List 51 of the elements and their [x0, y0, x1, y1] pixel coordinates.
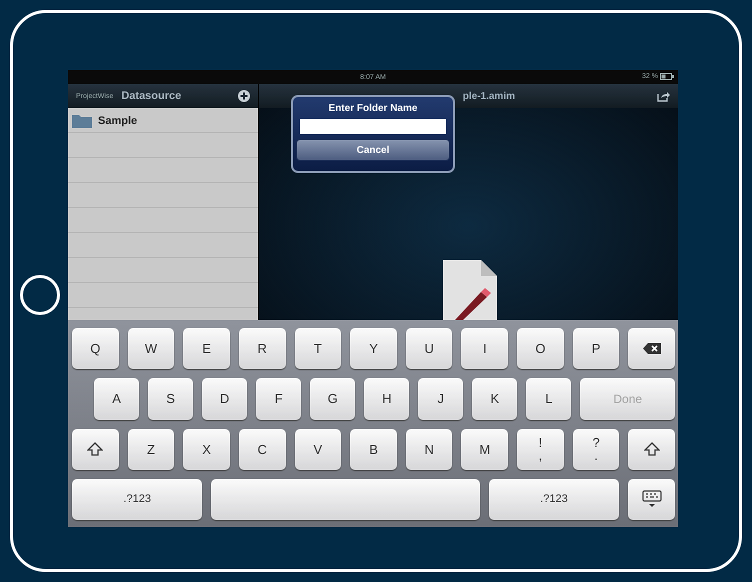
- cancel-button[interactable]: Cancel: [296, 139, 450, 161]
- dialog-title: Enter Folder Name: [328, 103, 418, 114]
- key[interactable]: A: [94, 378, 140, 420]
- folder-icon: [72, 113, 92, 128]
- key[interactable]: S: [148, 378, 194, 420]
- key[interactable]: O: [517, 328, 564, 370]
- folder-row[interactable]: Sample: [68, 108, 258, 133]
- key[interactable]: B: [350, 428, 397, 470]
- add-icon[interactable]: [238, 90, 250, 102]
- keyboard-icon: [642, 490, 662, 508]
- key[interactable]: ! ,: [517, 428, 564, 470]
- folder-name: Sample: [98, 114, 138, 126]
- key[interactable]: Z: [128, 428, 174, 470]
- key[interactable]: I: [461, 328, 508, 370]
- key[interactable]: F: [256, 378, 302, 420]
- key[interactable]: Q: [72, 328, 119, 370]
- delete-key[interactable]: [628, 328, 676, 370]
- key[interactable]: E: [183, 328, 230, 370]
- shift-icon: [87, 442, 104, 456]
- key[interactable]: G: [310, 378, 356, 420]
- key[interactable]: L: [526, 378, 572, 420]
- key[interactable]: R: [238, 328, 286, 370]
- shift-key[interactable]: [628, 428, 676, 470]
- sidebar-title: Datasource: [121, 90, 182, 102]
- battery-icon: [660, 73, 674, 80]
- key[interactable]: M: [461, 428, 508, 470]
- key[interactable]: P: [572, 328, 620, 370]
- folder-name-field[interactable]: [300, 119, 446, 134]
- key[interactable]: X: [183, 428, 230, 470]
- shift-icon: [644, 442, 660, 456]
- document-title: ple-1.amim: [462, 90, 515, 102]
- numbers-key[interactable]: .?123: [72, 478, 202, 520]
- key[interactable]: C: [238, 428, 286, 470]
- key[interactable]: D: [202, 378, 248, 420]
- key[interactable]: K: [472, 378, 518, 420]
- key[interactable]: T: [294, 328, 342, 370]
- key[interactable]: J: [418, 378, 464, 420]
- key[interactable]: U: [406, 328, 452, 370]
- home-button[interactable]: [20, 275, 60, 315]
- key[interactable]: ? .: [572, 428, 620, 470]
- hide-keyboard-key[interactable]: [628, 478, 675, 520]
- key[interactable]: Y: [350, 328, 397, 370]
- key[interactable]: N: [406, 428, 452, 470]
- share-icon[interactable]: [657, 90, 670, 102]
- numbers-key[interactable]: .?123: [488, 478, 620, 520]
- document-icon[interactable]: [443, 260, 497, 320]
- key[interactable]: H: [364, 378, 410, 420]
- key[interactable]: W: [128, 328, 174, 370]
- backspace-icon: [642, 343, 661, 354]
- key[interactable]: V: [294, 428, 342, 470]
- shift-key[interactable]: [72, 428, 119, 470]
